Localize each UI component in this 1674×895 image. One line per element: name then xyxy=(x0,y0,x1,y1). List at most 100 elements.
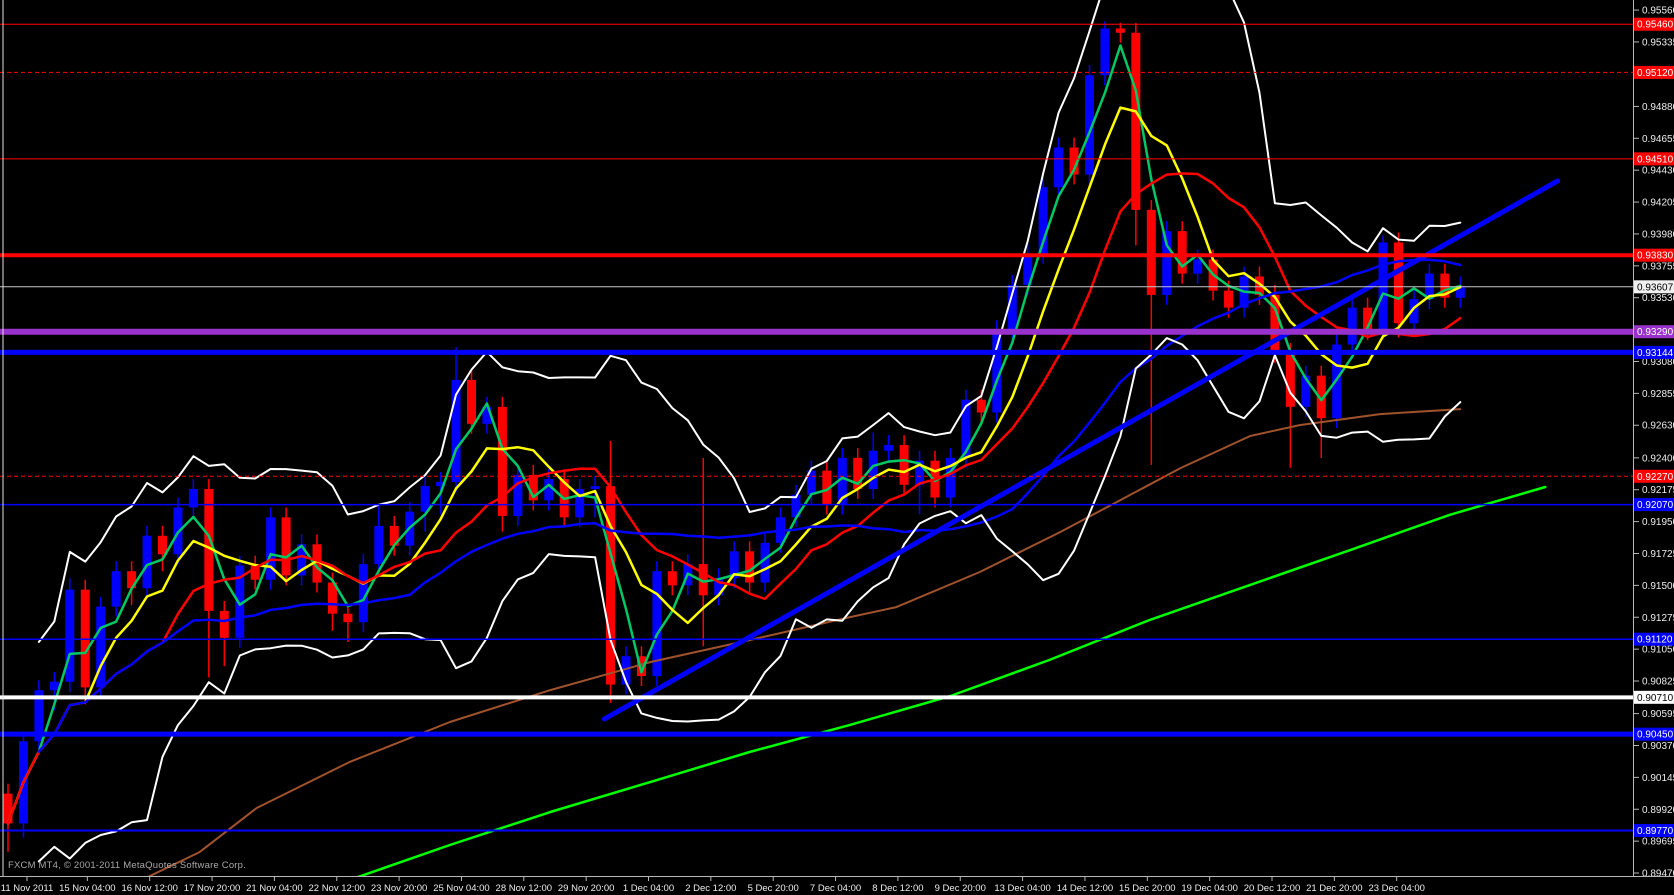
price-tag-value: 0.95460 xyxy=(1637,20,1674,31)
time-tick-label: 2 Dec 12:00 xyxy=(685,883,736,894)
price-tick-label: 0.92400 xyxy=(1642,453,1674,464)
price-tick-label: 0.95560 xyxy=(1642,6,1674,17)
candle-body xyxy=(1116,28,1125,32)
time-tick-label: 14 Dec 12:00 xyxy=(1057,883,1114,894)
candle-body xyxy=(421,486,430,512)
price-tag-value: 0.93144 xyxy=(1637,348,1674,359)
price-axis: 0.955600.953350.951100.948800.946550.944… xyxy=(1633,0,1674,895)
price-tick-label: 0.91950 xyxy=(1642,517,1674,528)
price-tag-0.89770: 0.89770 xyxy=(1634,824,1674,837)
price-tick-label: 0.90595 xyxy=(1642,709,1674,720)
price-tag-0.90450: 0.90450 xyxy=(1634,728,1674,741)
price-tag-value: 0.95120 xyxy=(1637,68,1674,79)
price-tag-0.92070: 0.92070 xyxy=(1634,498,1674,511)
price-tick-label: 0.89695 xyxy=(1642,837,1674,848)
price-tick-label: 0.94880 xyxy=(1642,102,1674,113)
price-tag-value: 0.94510 xyxy=(1637,154,1674,165)
time-tick-label: 15 Dec 20:00 xyxy=(1119,883,1176,894)
candle-bull xyxy=(1379,235,1388,340)
candle-body xyxy=(4,794,13,824)
price-tag-0.93290: 0.93290 xyxy=(1634,325,1674,338)
price-tag-value: 0.89770 xyxy=(1637,826,1674,837)
candle-body xyxy=(1131,33,1140,210)
price-tick-label: 0.91725 xyxy=(1642,549,1674,560)
price-tick-label: 0.94655 xyxy=(1642,134,1674,145)
candle-body xyxy=(977,400,986,413)
time-tick-label: 15 Nov 04:00 xyxy=(59,883,116,894)
price-tag-value: 0.93290 xyxy=(1637,327,1674,338)
price-tag-0.95460: 0.95460 xyxy=(1634,18,1674,31)
candle-body xyxy=(143,536,152,588)
price-tick-label: 0.90370 xyxy=(1642,741,1674,752)
candle-body xyxy=(343,614,352,623)
price-tag-value: 0.92070 xyxy=(1637,500,1674,511)
price-tag-0.92270: 0.92270 xyxy=(1634,470,1674,483)
candle-body xyxy=(467,380,476,424)
copyright-text: FXCM MT4, © 2001-2011 MetaQuotes Softwar… xyxy=(8,860,246,871)
price-tag-0.93607: 0.93607 xyxy=(1634,280,1674,293)
price-tag-value: 0.90710 xyxy=(1637,693,1674,704)
candle-bull xyxy=(266,507,275,589)
time-tick-label: 5 Dec 20:00 xyxy=(748,883,799,894)
candle-bull xyxy=(143,526,152,598)
price-tick-label: 0.93755 xyxy=(1642,261,1674,272)
candle-body xyxy=(1100,28,1109,75)
candle-bull xyxy=(65,578,74,691)
price-tick-label: 0.94205 xyxy=(1642,198,1674,209)
price-tick-label: 0.90145 xyxy=(1642,773,1674,784)
time-tick-label: 17 Nov 20:00 xyxy=(184,883,241,894)
candle-body xyxy=(112,571,121,606)
candle-body xyxy=(884,445,893,451)
price-tick-label: 0.89470 xyxy=(1642,869,1674,880)
price-tag-0.95120: 0.95120 xyxy=(1634,66,1674,79)
price-tag-0.93144: 0.93144 xyxy=(1634,346,1674,359)
price-tag-value: 0.92270 xyxy=(1637,472,1674,483)
price-tag-value: 0.90450 xyxy=(1637,730,1674,741)
mt4-chart-window: 0.955600.953350.951100.948800.946550.944… xyxy=(0,0,1674,895)
time-tick-label: 28 Nov 12:00 xyxy=(496,883,553,894)
time-tick-label: 21 Dec 20:00 xyxy=(1306,883,1363,894)
time-tick-label: 20 Dec 12:00 xyxy=(1244,883,1301,894)
time-tick-label: 16 Nov 12:00 xyxy=(121,883,178,894)
time-tick-label: 23 Dec 04:00 xyxy=(1368,883,1425,894)
price-tick-label: 0.92630 xyxy=(1642,421,1674,432)
price-tick-label: 0.92855 xyxy=(1642,389,1674,400)
candle-body xyxy=(1286,353,1295,407)
candle-body xyxy=(374,526,383,564)
time-tick-label: 19 Dec 04:00 xyxy=(1181,883,1238,894)
time-tick-label: 13 Dec 04:00 xyxy=(994,883,1051,894)
price-tick-label: 0.91500 xyxy=(1642,581,1674,592)
candle-body xyxy=(606,486,615,684)
candle-body xyxy=(1147,210,1156,295)
time-tick-label: 9 Dec 20:00 xyxy=(935,883,986,894)
candle-bull xyxy=(96,597,105,698)
candle-body xyxy=(50,682,59,691)
price-tag-value: 0.91120 xyxy=(1637,635,1673,646)
candle-body xyxy=(1348,308,1357,345)
time-tick-label: 25 Nov 04:00 xyxy=(433,883,490,894)
time-tick-label: 11 Nov 2011 xyxy=(1,883,53,894)
price-tick-label: 0.91275 xyxy=(1642,613,1674,624)
price-tick-label: 0.91050 xyxy=(1642,645,1674,656)
price-tag-0.90710: 0.90710 xyxy=(1634,691,1674,704)
candle-body xyxy=(282,517,291,575)
time-tick-label: 7 Dec 04:00 xyxy=(810,883,861,894)
candle-body xyxy=(1054,148,1063,188)
price-tick-label: 0.93980 xyxy=(1642,229,1674,240)
price-tag-0.91120: 0.91120 xyxy=(1634,633,1674,646)
candle-bear xyxy=(282,507,291,585)
time-tick-label: 21 Nov 04:00 xyxy=(246,883,303,894)
mt4-chart-canvas[interactable]: 0.955600.953350.951100.948800.946550.944… xyxy=(0,0,1674,895)
price-tag-0.94510: 0.94510 xyxy=(1634,152,1674,165)
time-tick-label: 29 Nov 20:00 xyxy=(558,883,615,894)
price-tick-label: 0.94430 xyxy=(1642,166,1674,177)
time-tick-label: 23 Nov 20:00 xyxy=(371,883,428,894)
price-tag-0.93830: 0.93830 xyxy=(1634,249,1674,262)
price-tag-value: 0.93830 xyxy=(1637,251,1674,262)
price-tick-label: 0.92175 xyxy=(1642,485,1674,496)
price-tick-label: 0.90825 xyxy=(1642,677,1674,688)
candle-bear xyxy=(81,580,90,705)
time-tick-label: 8 Dec 12:00 xyxy=(872,883,923,894)
price-tick-label: 0.95335 xyxy=(1642,37,1674,48)
candle-body xyxy=(1224,291,1233,308)
